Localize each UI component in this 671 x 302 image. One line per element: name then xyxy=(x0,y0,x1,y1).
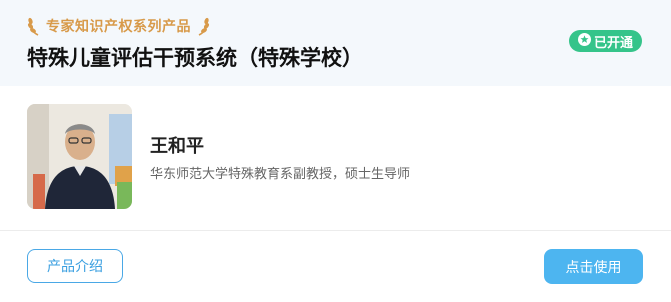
status-badge: 已开通 xyxy=(569,30,642,52)
product-title: 特殊儿童评估干预系统（特殊学校） xyxy=(27,46,363,70)
divider xyxy=(0,230,671,231)
card-header: 专家知识产权系列产品 特殊儿童评估干预系统（特殊学校） 已开通 xyxy=(0,0,671,86)
expert-series-badge: 专家知识产权系列产品 xyxy=(26,15,211,37)
badge-text: 专家知识产权系列产品 xyxy=(46,19,191,35)
use-button[interactable]: 点击使用 xyxy=(544,249,643,284)
laurel-right-icon xyxy=(195,15,211,37)
expert-avatar xyxy=(27,104,132,209)
product-card: 专家知识产权系列产品 特殊儿童评估干预系统（特殊学校） 已开通 王和平 华东师范… xyxy=(0,0,671,302)
status-label: 已开通 xyxy=(593,35,633,51)
star-icon xyxy=(577,32,591,50)
laurel-left-icon xyxy=(26,15,42,37)
product-intro-button[interactable]: 产品介绍 xyxy=(27,249,123,283)
expert-description: 华东师范大学特殊教育系副教授，硕士生导师 xyxy=(150,167,411,182)
expert-name: 王和平 xyxy=(150,136,204,157)
